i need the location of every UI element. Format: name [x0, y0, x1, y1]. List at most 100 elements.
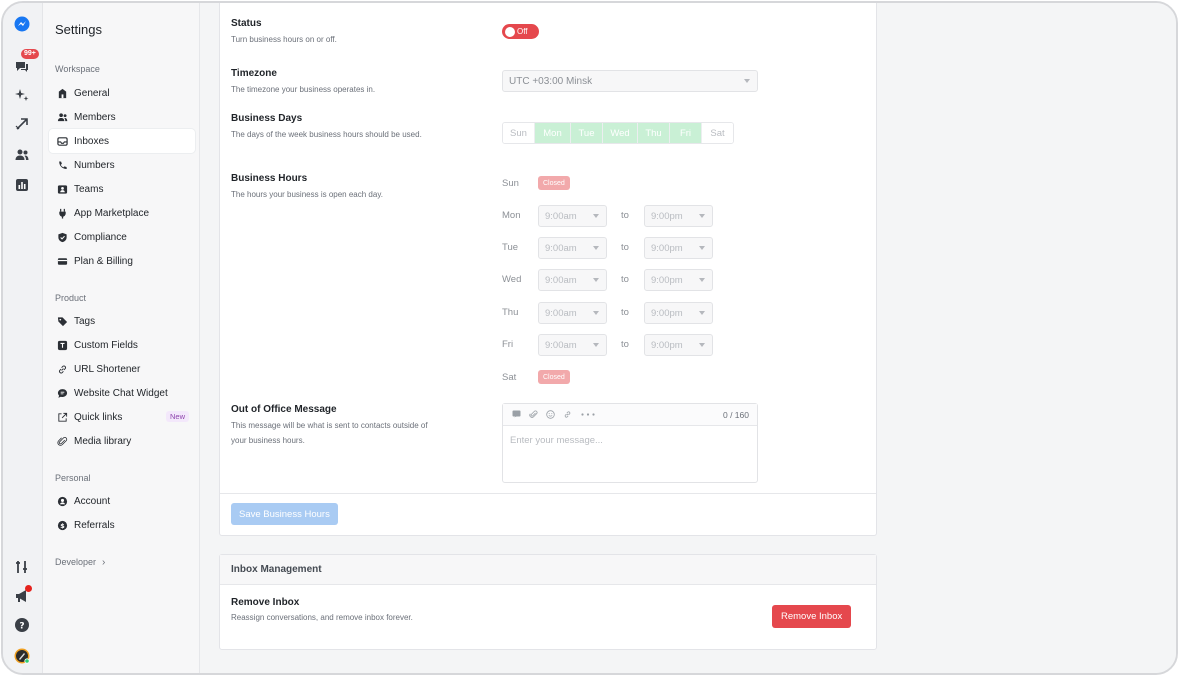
close-time-mon[interactable]: 9:00pm — [644, 205, 713, 227]
hours-day-sat: Sat — [502, 372, 517, 383]
link-icon[interactable] — [563, 410, 572, 419]
chevron-down-icon — [593, 246, 599, 250]
open-time-mon[interactable]: 9:00am — [538, 205, 607, 227]
sidebar-item-teams[interactable]: Teams — [49, 177, 195, 201]
sidebar-item-label: Referrals — [74, 519, 115, 531]
save-business-hours-button[interactable]: Save Business Hours — [231, 503, 338, 525]
attachment-icon[interactable] — [529, 410, 538, 419]
open-time-wed[interactable]: 9:00am — [538, 269, 607, 291]
group-label-workspace: Workspace — [55, 64, 100, 74]
business-hours-desc: The hours your business is open each day… — [231, 190, 383, 199]
chevron-right-icon: › — [102, 557, 106, 568]
announcements-megaphone-icon[interactable] — [11, 585, 33, 607]
section-divider — [220, 493, 876, 494]
day-toggle-fri[interactable]: Fri — [670, 123, 702, 143]
sidebar-item-members[interactable]: Members — [49, 105, 195, 129]
open-time-fri[interactable]: 9:00am — [538, 334, 607, 356]
settings-tools-icon[interactable] — [11, 556, 33, 578]
chevron-down-icon — [699, 343, 705, 347]
more-options-icon[interactable] — [580, 410, 596, 419]
business-days-desc: The days of the week business hours shou… — [231, 130, 422, 139]
sidebar-item-app-marketplace[interactable]: App Marketplace — [49, 201, 195, 225]
day-toggle-sun[interactable]: Sun — [503, 123, 535, 143]
day-toggle-wed[interactable]: Wed — [603, 123, 638, 143]
message-placeholder[interactable]: Enter your message... — [510, 435, 603, 446]
canned-response-icon[interactable] — [512, 410, 521, 419]
day-toggle-thu[interactable]: Thu — [638, 123, 670, 143]
to-label: to — [621, 242, 629, 253]
close-time-fri[interactable]: 9:00pm — [644, 334, 713, 356]
inbox-icon — [56, 135, 68, 147]
sidebar-item-media-library[interactable]: Media library — [49, 429, 195, 453]
sidebar-item-label: Tags — [74, 315, 96, 327]
open-time-value: 9:00am — [545, 274, 577, 286]
chevron-down-icon — [593, 311, 599, 315]
emoji-icon[interactable] — [546, 410, 555, 419]
status-toggle[interactable]: Off — [502, 24, 539, 39]
campaigns-rocket-icon[interactable] — [11, 113, 33, 135]
close-time-value: 9:00pm — [651, 210, 683, 222]
group-label-personal: Personal — [55, 473, 91, 483]
remove-inbox-button[interactable]: Remove Inbox — [772, 605, 852, 628]
hours-day-wed: Wed — [502, 274, 522, 285]
open-time-thu[interactable]: 9:00am — [538, 302, 607, 324]
toggle-label: Off — [517, 27, 528, 36]
app-logo-icon[interactable] — [11, 13, 33, 35]
sidebar-item-account[interactable]: Account — [49, 489, 195, 513]
to-label: to — [621, 210, 629, 221]
business-hours-card: Status Turn business hours on or off. Of… — [219, 3, 877, 536]
hours-day-thu: Thu — [502, 307, 519, 318]
sidebar-item-referrals[interactable]: $ Referrals — [49, 513, 195, 537]
timezone-label: Timezone — [231, 68, 277, 79]
close-time-thu[interactable]: 9:00pm — [644, 302, 713, 324]
sidebar-item-website-chat-widget[interactable]: Website Chat Widget — [49, 381, 195, 405]
user-avatar[interactable] — [11, 645, 33, 667]
sidebar-item-plan-billing[interactable]: Plan & Billing — [49, 249, 195, 273]
contacts-icon[interactable] — [11, 144, 33, 166]
open-time-tue[interactable]: 9:00am — [538, 237, 607, 259]
sidebar-item-label: Account — [74, 495, 111, 507]
chevron-down-icon — [699, 214, 705, 218]
hours-day-fri: Fri — [502, 339, 514, 350]
paperclip-icon — [56, 435, 68, 447]
close-time-tue[interactable]: 9:00pm — [644, 237, 713, 259]
sidebar-item-tags[interactable]: Tags — [49, 309, 195, 333]
ai-sparkle-icon[interactable] — [11, 84, 33, 106]
icon-rail: 99+ ? — [3, 3, 43, 673]
sidebar-item-quick-links[interactable]: Quick links New — [49, 405, 195, 429]
day-toggle-tue[interactable]: Tue — [571, 123, 603, 143]
sidebar-item-label: Custom Fields — [74, 339, 138, 351]
close-time-value: 9:00pm — [651, 339, 683, 351]
sidebar-item-url-shortener[interactable]: URL Shortener — [49, 357, 195, 381]
chevron-down-icon — [593, 278, 599, 282]
sidebar-item-compliance[interactable]: Compliance — [49, 225, 195, 249]
sidebar-item-label: URL Shortener — [74, 363, 141, 375]
to-label: to — [621, 274, 629, 285]
character-counter: 0 / 160 — [723, 410, 749, 420]
day-toggle-sat[interactable]: Sat — [702, 123, 733, 143]
close-time-value: 9:00pm — [651, 242, 683, 254]
day-toggle-mon[interactable]: Mon — [535, 123, 571, 143]
sidebar-item-custom-fields[interactable]: Custom Fields — [49, 333, 195, 357]
timezone-value: UTC +03:00 Minsk — [509, 75, 593, 87]
sidebar-item-numbers[interactable]: Numbers — [49, 153, 195, 177]
reports-icon[interactable] — [11, 174, 33, 196]
editor-toolbar: 0 / 160 — [503, 404, 757, 426]
business-days-selector: Sun Mon Tue Wed Thu Fri Sat — [502, 122, 734, 144]
sidebar-item-inboxes[interactable]: Inboxes — [49, 129, 195, 153]
svg-text:$: $ — [60, 521, 65, 529]
building-icon — [56, 87, 68, 99]
help-icon[interactable]: ? — [11, 614, 33, 636]
sidebar-item-general[interactable]: General — [49, 81, 195, 105]
teams-icon — [56, 183, 68, 195]
sidebar-item-label: Quick links — [74, 411, 123, 423]
conversations-icon[interactable]: 99+ — [11, 49, 39, 77]
close-time-wed[interactable]: 9:00pm — [644, 269, 713, 291]
sidebar-item-developer[interactable]: Developer › — [55, 557, 105, 568]
chevron-down-icon — [593, 214, 599, 218]
timezone-select[interactable]: UTC +03:00 Minsk — [502, 70, 758, 92]
open-time-value: 9:00am — [545, 210, 577, 222]
external-link-icon — [56, 411, 68, 423]
group-label-product: Product — [55, 293, 87, 303]
chevron-down-icon — [593, 343, 599, 347]
